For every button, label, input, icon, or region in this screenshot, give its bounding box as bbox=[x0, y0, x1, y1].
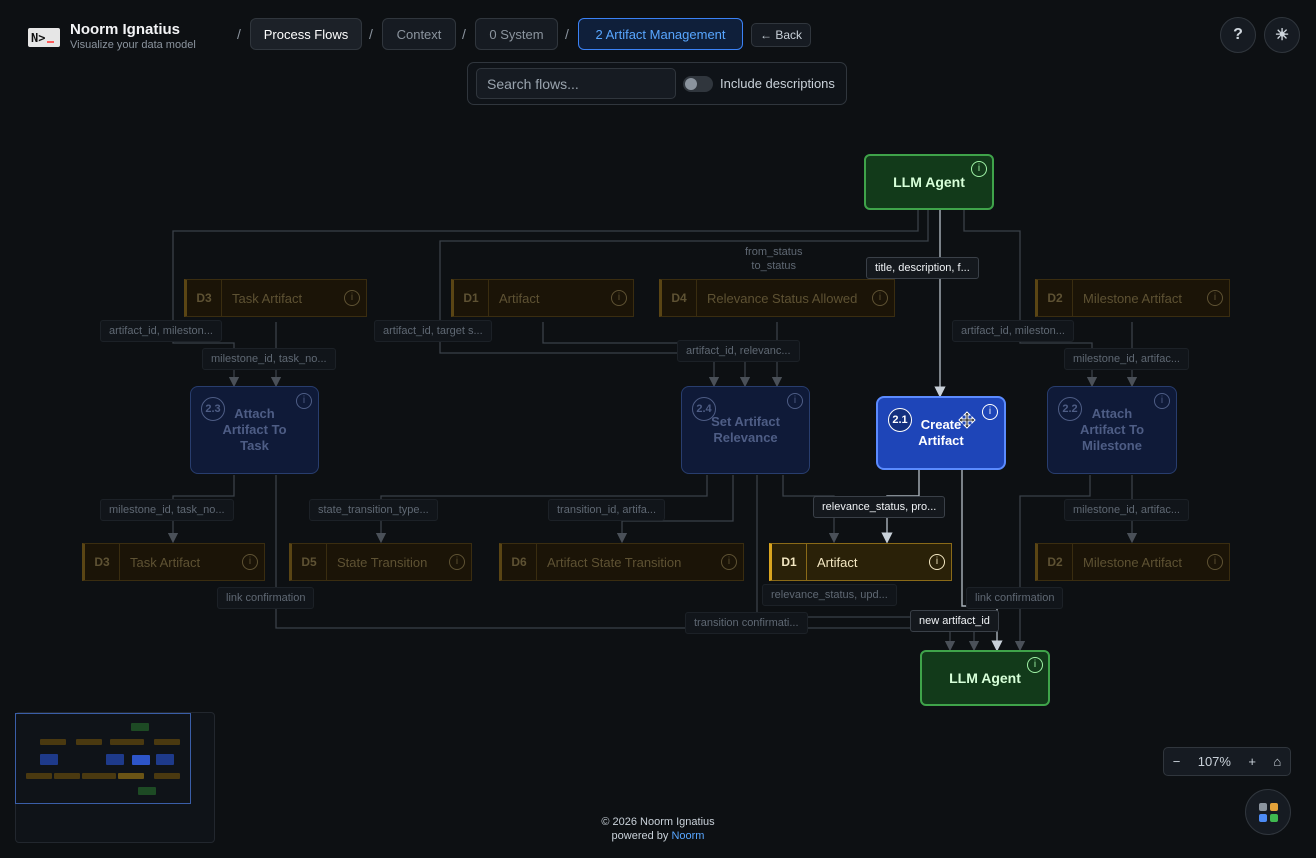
datastore-id: D5 bbox=[292, 544, 327, 580]
llm-agent-bottom[interactable]: LLM Agent i bbox=[920, 650, 1050, 706]
info-icon[interactable]: i bbox=[929, 554, 945, 570]
edge-label: link confirmation bbox=[966, 587, 1064, 609]
process-id: 2.3 bbox=[201, 397, 225, 421]
info-icon[interactable]: i bbox=[721, 554, 737, 570]
datastore-label: Artifact bbox=[817, 554, 858, 570]
datastore-label: Artifact bbox=[499, 290, 540, 306]
datastore-d6-artifact-state-transition[interactable]: D6 Artifact State Transition i bbox=[499, 543, 744, 581]
datastore-label: Milestone Artifact bbox=[1083, 554, 1182, 570]
datastore-id: D4 bbox=[662, 280, 697, 316]
edge-label: relevance_status, upd... bbox=[762, 584, 897, 606]
process-2-4-set-artifact-relevance[interactable]: 2.4 Set Artifact Relevance i bbox=[681, 386, 810, 474]
edge-label: relevance_status, pro... bbox=[813, 496, 946, 518]
edge-label: milestone_id, artifac... bbox=[1064, 348, 1189, 370]
edge-label: link confirmation bbox=[217, 587, 315, 609]
zoom-out-button[interactable]: − bbox=[1173, 754, 1181, 769]
edge-label: artifact_id, relevanc... bbox=[677, 340, 800, 362]
process-label: Set Artifact Relevance bbox=[711, 414, 780, 445]
info-icon[interactable]: i bbox=[971, 161, 987, 177]
llm-agent-top[interactable]: LLM Agent i bbox=[864, 154, 994, 210]
info-icon[interactable]: i bbox=[1154, 393, 1170, 409]
datastore-label: Task Artifact bbox=[232, 290, 303, 306]
datastore-label: Relevance Status Allowed bbox=[707, 290, 858, 306]
zoom-controls: − 107% + ⌂ bbox=[1163, 747, 1291, 776]
footer-copyright: © 2026 Noorm Ignatius bbox=[601, 816, 715, 828]
process-id: 2.2 bbox=[1058, 397, 1082, 421]
edge-label: artifact_id, target s... bbox=[374, 320, 492, 342]
datastore-id: D3 bbox=[187, 280, 222, 316]
grid-icon bbox=[1259, 803, 1267, 811]
edge-label: milestone_id, task_no... bbox=[100, 499, 234, 521]
edge-label: artifact_id, mileston... bbox=[100, 320, 222, 342]
edge-label: milestone_id, task_no... bbox=[202, 348, 336, 370]
datastore-id: D1 bbox=[772, 544, 807, 580]
agent-label: LLM Agent bbox=[893, 174, 965, 190]
info-icon[interactable]: i bbox=[787, 393, 803, 409]
datastore-id: D2 bbox=[1038, 544, 1073, 580]
info-icon[interactable]: i bbox=[982, 404, 998, 420]
edge-label: new artifact_id bbox=[910, 610, 999, 632]
info-icon[interactable]: i bbox=[344, 290, 360, 306]
datastore-d4-relevance-status-allowed[interactable]: D4 Relevance Status Allowed i bbox=[659, 279, 895, 317]
edge-label: state_transition_type... bbox=[309, 499, 438, 521]
process-2-1-create-artifact[interactable]: 2.1 Create Artifact i bbox=[876, 396, 1006, 470]
edge-label: transition confirmati... bbox=[685, 612, 808, 634]
info-icon[interactable]: i bbox=[1207, 554, 1223, 570]
process-id: 2.4 bbox=[692, 397, 716, 421]
info-icon[interactable]: i bbox=[296, 393, 312, 409]
edge-label: title, description, f... bbox=[866, 257, 979, 279]
edge-label: milestone_id, artifac... bbox=[1064, 499, 1189, 521]
datastore-label: Task Artifact bbox=[130, 554, 201, 570]
footer-brand-link[interactable]: Noorm bbox=[671, 830, 704, 842]
edge-label: from_status to_status bbox=[745, 246, 803, 272]
process-2-2-attach-artifact-to-milestone[interactable]: 2.2 Attach Artifact To Milestone i bbox=[1047, 386, 1177, 474]
datastore-d1-artifact-highlight[interactable]: D1 Artifact i bbox=[769, 543, 952, 581]
datastore-label: Milestone Artifact bbox=[1083, 290, 1182, 306]
agent-label: LLM Agent bbox=[949, 670, 1021, 686]
info-icon[interactable]: i bbox=[1027, 657, 1043, 673]
datastore-label: State Transition bbox=[337, 554, 428, 570]
process-label: Attach Artifact To Task bbox=[222, 406, 287, 453]
footer-powered-by: powered by Noorm bbox=[611, 830, 705, 842]
datastore-id: D3 bbox=[85, 544, 120, 580]
edge-label: artifact_id, mileston... bbox=[952, 320, 1074, 342]
zoom-reset-home-icon[interactable]: ⌂ bbox=[1273, 754, 1281, 769]
datastore-id: D2 bbox=[1038, 280, 1073, 316]
minimap-viewport[interactable] bbox=[15, 713, 191, 804]
process-label: Attach Artifact To Milestone bbox=[1079, 406, 1145, 453]
footer: © 2026 Noorm Ignatius powered by Noorm bbox=[0, 815, 1316, 843]
info-icon[interactable]: i bbox=[611, 290, 627, 306]
datastore-id: D6 bbox=[502, 544, 537, 580]
datastore-d2-milestone-artifact[interactable]: D2 Milestone Artifact i bbox=[1035, 543, 1230, 581]
move-cursor-icon bbox=[958, 411, 976, 429]
zoom-in-button[interactable]: + bbox=[1248, 754, 1256, 769]
datastore-label: Artifact State Transition bbox=[547, 554, 682, 570]
process-2-3-attach-artifact-to-task[interactable]: 2.3 Attach Artifact To Task i bbox=[190, 386, 319, 474]
grid-icon bbox=[1270, 803, 1278, 811]
edge-label: transition_id, artifa... bbox=[548, 499, 666, 521]
process-id: 2.1 bbox=[888, 408, 912, 432]
datastore-d1-artifact[interactable]: D1 Artifact i bbox=[451, 279, 634, 317]
info-icon[interactable]: i bbox=[242, 554, 258, 570]
datastore-d3-task-artifact[interactable]: D3 Task Artifact i bbox=[184, 279, 367, 317]
datastore-d5-state-transition[interactable]: D5 State Transition i bbox=[289, 543, 472, 581]
datastore-id: D1 bbox=[454, 280, 489, 316]
info-icon[interactable]: i bbox=[449, 554, 465, 570]
datastore-d3-task-artifact[interactable]: D3 Task Artifact i bbox=[82, 543, 265, 581]
zoom-level: 107% bbox=[1197, 754, 1231, 769]
datastore-d2-milestone-artifact[interactable]: D2 Milestone Artifact i bbox=[1035, 279, 1230, 317]
info-icon[interactable]: i bbox=[1207, 290, 1223, 306]
info-icon[interactable]: i bbox=[872, 290, 888, 306]
